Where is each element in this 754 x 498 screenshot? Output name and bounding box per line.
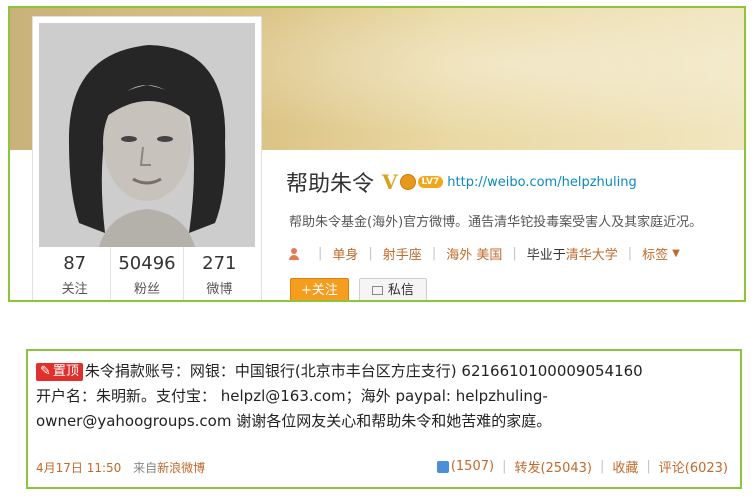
verified-icon[interactable]: V: [382, 170, 398, 194]
posts-count: 271: [202, 253, 237, 274]
action-buttons: +关注 私信: [290, 278, 427, 300]
stats-bar: 87 关注 50496 粉丝 271 微博: [39, 247, 255, 300]
level-badge[interactable]: LV7: [417, 176, 444, 188]
relationship-link[interactable]: 单身: [332, 244, 358, 263]
education-prefix: 毕业于: [526, 248, 566, 263]
avatar-photo: [39, 23, 255, 247]
post-source-link[interactable]: 新浪微博: [157, 461, 205, 475]
post-line-2: 开户名：朱明新。支付宝： helpzl@163.com；海外 paypal: h…: [36, 387, 548, 405]
stat-followers[interactable]: 50496 粉丝: [110, 247, 182, 300]
medal-icon[interactable]: [399, 174, 416, 190]
comment-link[interactable]: 评论(6023): [659, 457, 728, 476]
stat-posts[interactable]: 271 微博: [182, 247, 255, 300]
pin-badge: ✎ 置顶: [36, 363, 83, 381]
divider: |: [599, 459, 605, 474]
divider: |: [512, 246, 517, 261]
zodiac-link[interactable]: 射手座: [383, 244, 422, 263]
message-button[interactable]: 私信: [358, 278, 427, 300]
divider: |: [368, 246, 373, 261]
avatar-box: 87 关注 50496 粉丝 271 微博: [32, 16, 262, 300]
post-source-prefix: 来自: [133, 461, 158, 475]
follow-button[interactable]: +关注: [290, 278, 349, 300]
divider: |: [502, 459, 507, 474]
posts-label: 微博: [206, 282, 233, 297]
post-meta: 4月17日 11:50 来自新浪微博: [36, 459, 205, 476]
profile-url[interactable]: http://weibo.com/helpzhuling: [447, 175, 636, 190]
pin-icon: ✎: [40, 364, 51, 379]
profile-info-row: | 单身 | 射手座 | 海外 美国 | 毕业于 清华大学 | 标签 ▼: [288, 244, 680, 263]
message-button-label: 私信: [387, 283, 414, 298]
tags-link[interactable]: 标签: [642, 244, 668, 263]
following-count: 87: [63, 253, 87, 274]
profile-card: 87 关注 50496 粉丝 271 微博 帮助朱令 V LV7 http://…: [8, 6, 746, 302]
person-icon: [288, 247, 300, 260]
post-body: ✎ 置顶 朱令捐款账号：网银：中国银行(北京市丰台区方庄支行) 6216610100…: [36, 359, 732, 434]
followers-count: 50496: [118, 253, 176, 274]
post-actions: (1507) | 转发(25043) | 收藏 | 评论(6023): [436, 457, 728, 476]
school-link[interactable]: 清华大学: [566, 244, 618, 263]
divider: |: [627, 246, 633, 261]
favorite-link[interactable]: 收藏: [612, 457, 638, 476]
divider: |: [646, 459, 651, 474]
like-count[interactable]: (1507): [451, 459, 494, 474]
mail-icon: [371, 286, 383, 295]
pinned-post: ✎ 置顶 朱令捐款账号：网银：中国银行(北京市丰台区方庄支行) 6216610100…: [26, 349, 742, 489]
name-row: 帮助朱令 V LV7 http://weibo.com/helpzhuling: [286, 166, 637, 198]
divider: |: [431, 246, 437, 261]
location-link[interactable]: 海外 美国: [446, 244, 502, 263]
post-time[interactable]: 4月17日 11:50: [36, 461, 121, 475]
post-line-1: 朱令捐款账号：网银：中国银行(北京市丰台区方庄支行) 6216610100009…: [84, 362, 643, 380]
divider: |: [318, 246, 323, 261]
profile-name: 帮助朱令: [286, 172, 375, 197]
like-icon[interactable]: [436, 460, 449, 473]
avatar[interactable]: [39, 23, 255, 247]
profile-description: 帮助朱令基金(海外)官方微博。通告清华铊投毒案受害人及其家庭近况。: [289, 215, 703, 230]
followers-label: 粉丝: [133, 282, 160, 297]
dropdown-caret-icon[interactable]: ▼: [672, 248, 680, 259]
repost-link[interactable]: 转发(25043): [514, 457, 592, 476]
stat-following[interactable]: 87 关注: [39, 247, 110, 300]
following-label: 关注: [61, 282, 88, 297]
post-line-3: owner@yahoogroups.com 谢谢各位网友关心和帮助朱令和她苦难的…: [36, 412, 552, 430]
pin-label: 置顶: [52, 364, 79, 379]
